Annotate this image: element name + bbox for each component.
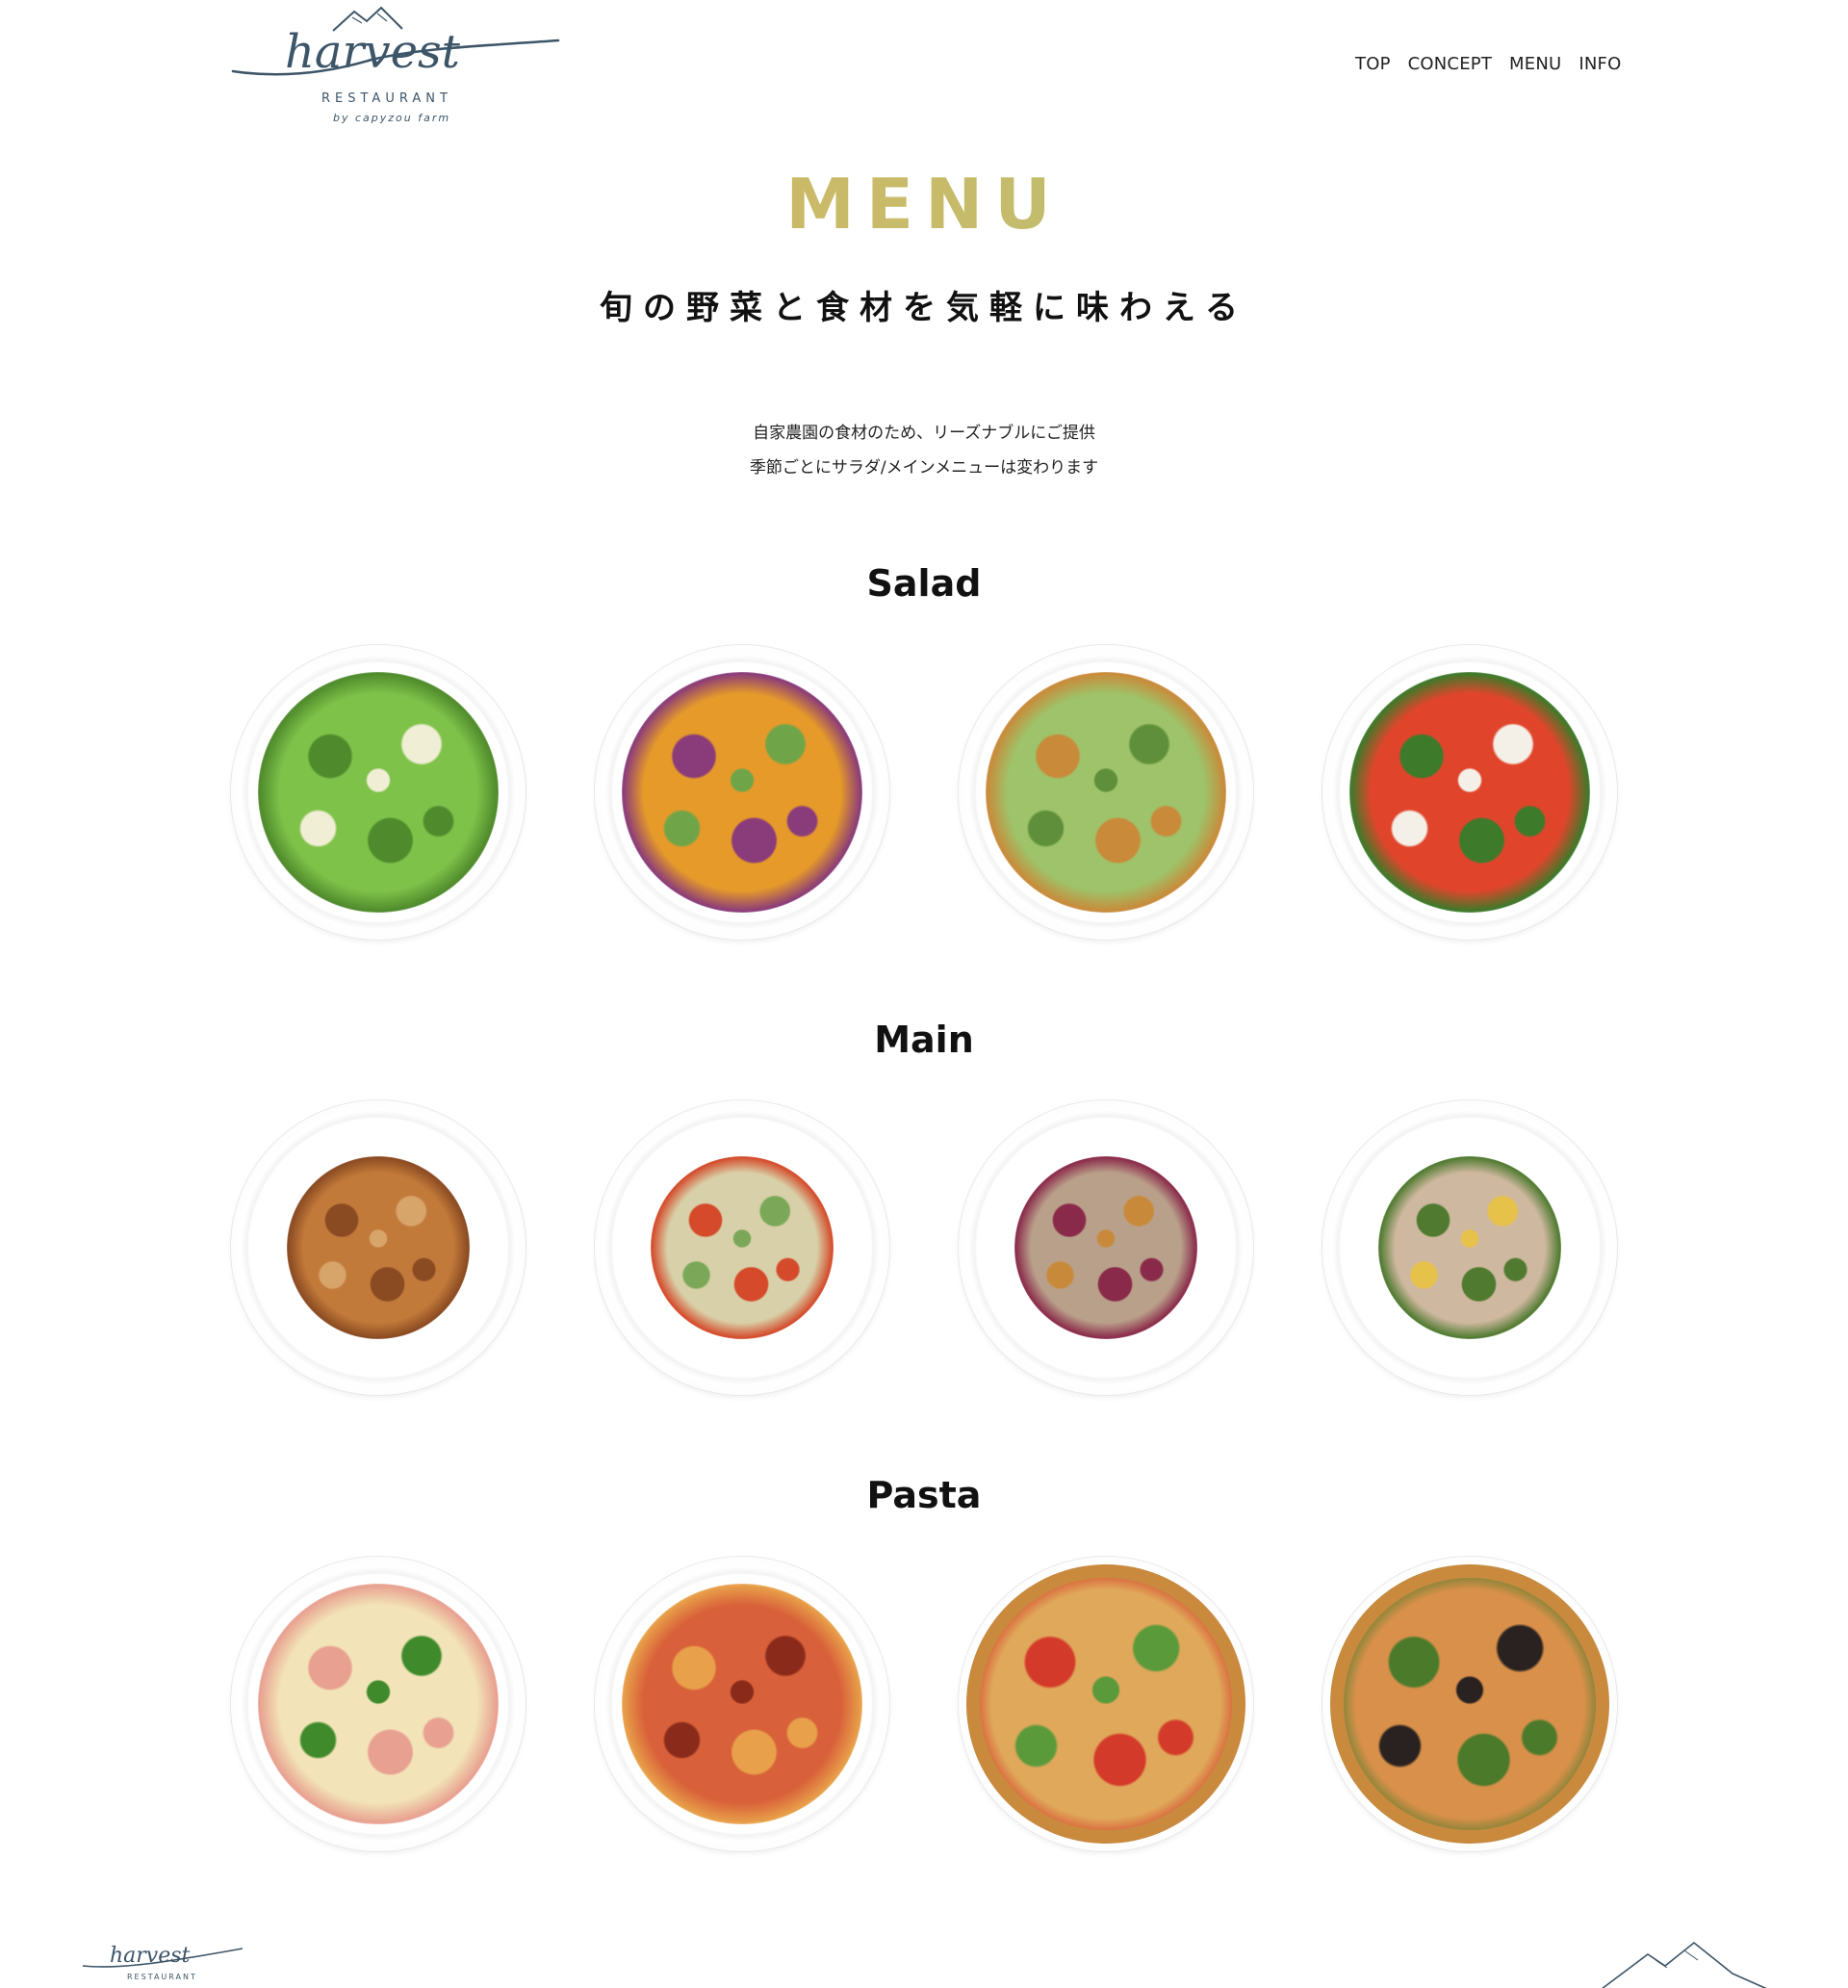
tomato-feta-salad-photo	[1349, 672, 1590, 913]
section-title-pasta: Pasta	[866, 1474, 982, 1516]
main-nav: TOP CONCEPT MENU INFO	[1355, 54, 1621, 74]
mountain-icon	[1602, 1941, 1767, 1988]
shrimp-risotto-plate-photo	[651, 1156, 834, 1339]
footer-mountain-mark	[1598, 1935, 1771, 1988]
nav-concept[interactable]: CONCEPT	[1408, 54, 1492, 74]
intro-line-2: 季節ごとにサラダ/メインメニューは変わります	[749, 458, 1099, 478]
asparagus-parmesan-salad-photo	[258, 672, 499, 913]
dish-plate[interactable]	[595, 1557, 889, 1851]
dish-plate[interactable]	[1322, 1557, 1617, 1851]
dish-plate[interactable]	[1322, 1100, 1617, 1395]
logo-wordmark: harvest	[285, 25, 461, 79]
fish-with-beet-plate-photo	[1014, 1156, 1197, 1339]
page: harvest RESTAURANT by capyzou farm TOP C…	[0, 0, 1848, 1988]
nav-menu[interactable]: MENU	[1509, 54, 1561, 74]
dish-row-salad	[231, 645, 1617, 940]
harvest-logo-mark: harvest RESTAURANT by capyzou farm	[231, 6, 560, 124]
dish-plate[interactable]	[959, 1100, 1253, 1395]
footer-logo-restaurant: RESTAURANT	[127, 1973, 197, 1981]
dish-plate[interactable]	[595, 645, 889, 940]
avocado-tofu-salad-photo	[986, 672, 1226, 913]
tuna-green-bean-plate-photo	[1378, 1156, 1561, 1339]
footer-logo-mark: harvest RESTAURANT	[82, 1944, 244, 1981]
dish-plate[interactable]	[1322, 645, 1617, 940]
intro-line-1: 自家農園の食材のため、リーズナブルにご提供	[753, 424, 1095, 443]
nav-top[interactable]: TOP	[1355, 54, 1391, 74]
page-subtitle: 旬の野菜と食材を気軽に味わえる	[600, 289, 1248, 327]
section-title-main: Main	[874, 1019, 974, 1061]
dish-plate[interactable]	[959, 645, 1253, 940]
rucola-anchovy-pizza-photo	[1330, 1564, 1609, 1844]
page-title: MENU	[0, 164, 1848, 245]
harvest-logo[interactable]: harvest RESTAURANT by capyzou farm	[227, 4, 560, 125]
nav-info[interactable]: INFO	[1578, 54, 1621, 74]
dish-row-main	[231, 1100, 1617, 1395]
glazed-chicken-plate-photo	[287, 1156, 470, 1339]
footer-logo[interactable]: harvest RESTAURANT	[81, 1935, 244, 1988]
tomato-tagliatelle-photo	[622, 1584, 862, 1824]
dish-row-pasta	[231, 1557, 1617, 1851]
intro-text: 自家農園の食材のため、リーズナブルにご提供 季節ごとにサラダ/メインメニューは変…	[0, 416, 1848, 485]
dish-plate[interactable]	[231, 645, 526, 940]
logo-restaurant: RESTAURANT	[321, 91, 452, 106]
dish-plate[interactable]	[595, 1100, 889, 1395]
section-title-salad: Salad	[866, 562, 982, 605]
dish-plate[interactable]	[959, 1557, 1253, 1851]
logo-byline: by capyzou farm	[333, 112, 450, 124]
carbonara-fettuccine-photo	[258, 1584, 499, 1824]
footer-logo-wordmark: harvest	[110, 1944, 191, 1968]
dish-plate[interactable]	[231, 1100, 526, 1395]
dish-plate[interactable]	[231, 1557, 526, 1851]
pumpkin-purple-cabbage-salad-photo	[622, 672, 862, 913]
vegetable-pizza-photo	[966, 1564, 1245, 1844]
